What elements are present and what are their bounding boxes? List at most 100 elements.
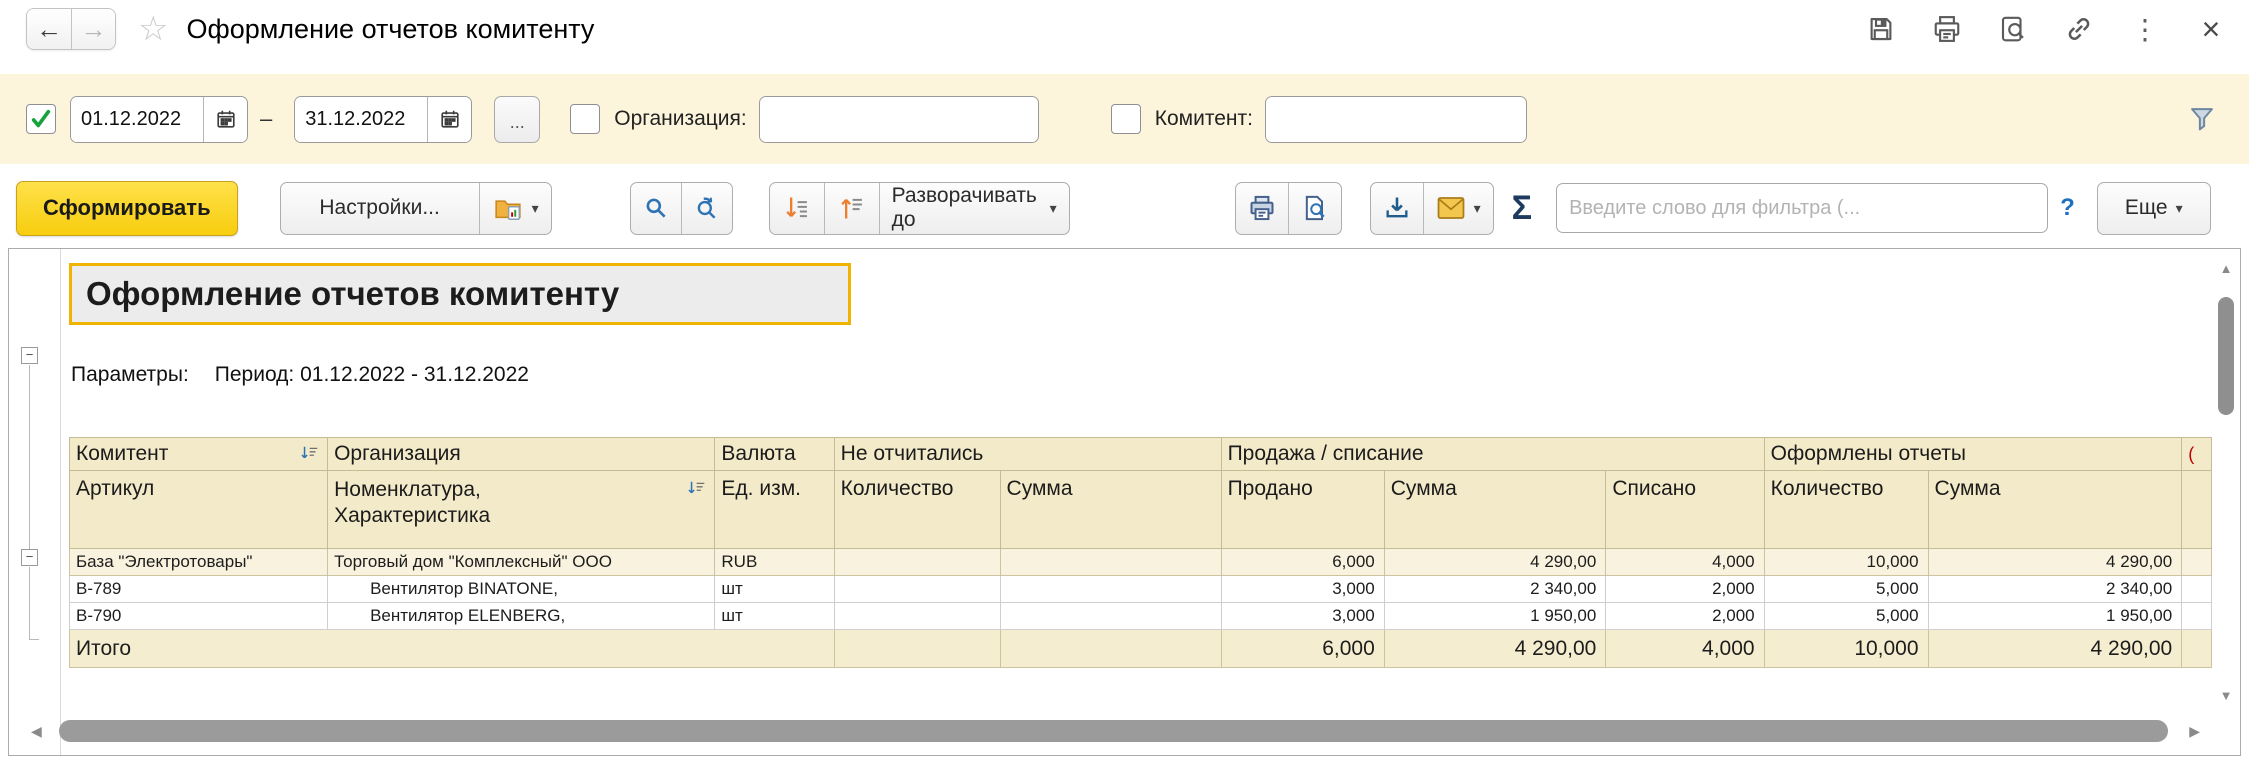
date-to-input[interactable] (295, 97, 427, 142)
cell-clipped (2182, 576, 2212, 603)
expand-to-button[interactable]: Разворачивать до ▾ (879, 183, 1069, 234)
cell-currency: RUB (715, 549, 834, 576)
column-header-organization[interactable]: Организация (328, 438, 715, 471)
print-preview-icon[interactable] (1997, 13, 2029, 45)
komitent-checkbox[interactable] (1111, 104, 1141, 134)
cell-nr-qty (834, 549, 1000, 576)
cell-issued-qty: 5,000 (1764, 603, 1928, 630)
quick-filter-input[interactable] (1556, 183, 2048, 233)
print-icon[interactable] (1931, 13, 1963, 45)
autosum-button[interactable]: Σ (1512, 189, 1532, 228)
print-button[interactable] (1236, 183, 1288, 234)
scroll-left-arrow[interactable]: ◀ (31, 723, 42, 740)
cell-nr-sum (1000, 576, 1221, 603)
period-checkbox[interactable] (26, 104, 56, 134)
caret-down-icon: ▾ (1050, 200, 1057, 217)
column-header-sold[interactable]: Продано (1221, 471, 1384, 549)
cell-sold-sum: 4 290,00 (1384, 549, 1606, 576)
period-variants-button[interactable]: ... (494, 96, 540, 143)
scroll-down-arrow[interactable]: ▼ (2216, 688, 2236, 703)
filter-funnel-icon[interactable] (2185, 102, 2219, 136)
cell-clipped (2182, 630, 2212, 668)
vertical-scroll-thumb[interactable] (2218, 297, 2234, 415)
cell-clipped (2182, 603, 2212, 630)
search-next-button[interactable] (681, 183, 732, 234)
column-header-sale-writeoff[interactable]: Продажа / списание (1221, 438, 1764, 471)
back-arrow-icon: ← (36, 14, 62, 45)
report-parameters: Параметры: Период: 01.12.2022 - 31.12.20… (71, 363, 2212, 387)
print-group (1235, 182, 1342, 235)
date-range-dash: – (260, 106, 272, 132)
horizontal-scrollbar[interactable]: ◀ ▶ (31, 719, 2176, 743)
column-header-clipped: ( (2182, 438, 2212, 471)
horizontal-scroll-thumb[interactable] (59, 720, 2168, 742)
column-header-nr-sum[interactable]: Сумма (1000, 471, 1221, 549)
close-icon[interactable]: × (2195, 13, 2227, 45)
group-collapse-level1[interactable]: − (21, 347, 38, 364)
back-button[interactable]: ← (27, 9, 71, 49)
cell-nr-qty (834, 603, 1000, 630)
save-icon[interactable] (1865, 13, 1897, 45)
more-button[interactable]: Еще ▾ (2098, 183, 2210, 234)
data-row[interactable]: В-790 Вентилятор ELENBERG, шт 3,000 1 95… (70, 603, 2212, 630)
komitent-input[interactable] (1266, 97, 1527, 142)
forward-button[interactable]: → (71, 9, 115, 49)
komitent-field: ... (1265, 96, 1527, 143)
date-to-calendar-button[interactable] (427, 97, 471, 142)
total-row[interactable]: Итого 6,000 4 290,00 4,000 10,000 4 290,… (70, 630, 2212, 668)
export-group: ▾ (1370, 182, 1494, 235)
date-from-input[interactable] (71, 97, 203, 142)
search-icon (643, 195, 669, 221)
link-icon[interactable] (2063, 13, 2095, 45)
save-file-button[interactable] (1371, 183, 1423, 234)
organization-input[interactable] (760, 97, 1039, 142)
generate-button[interactable]: Сформировать (16, 181, 238, 236)
column-header-issued-sum[interactable]: Сумма (1928, 471, 2182, 549)
scroll-right-arrow[interactable]: ▶ (2189, 723, 2200, 740)
nav-group: ← → (26, 8, 116, 50)
group-row[interactable]: База "Электротовары" Торговый дом "Компл… (70, 549, 2212, 576)
envelope-icon (1436, 195, 1466, 221)
forward-arrow-icon: → (81, 14, 107, 45)
report-content: Оформление отчетов комитенту Параметры: … (61, 249, 2212, 755)
cell-total-label: Итого (70, 630, 835, 668)
vertical-scrollbar[interactable]: ▲ ▼ (2216, 261, 2236, 703)
column-header-writeoff[interactable]: Списано (1606, 471, 1764, 549)
column-header-nomenclature[interactable]: Номенклатура, Характеристика (328, 471, 715, 549)
cell-sold: 3,000 (1221, 576, 1384, 603)
cell-issued-qty: 10,000 (1764, 630, 1928, 668)
column-header-komitent[interactable]: Комитент (70, 438, 328, 471)
scroll-up-arrow[interactable]: ▲ (2216, 261, 2236, 276)
search-button[interactable] (631, 183, 681, 234)
sort-ascending-icon (687, 480, 708, 497)
report-title-box[interactable]: Оформление отчетов комитенту (69, 263, 851, 325)
collapse-groups-button[interactable] (824, 183, 879, 234)
print-preview-button[interactable] (1288, 183, 1341, 234)
data-row[interactable]: В-789 Вентилятор BINATONE, шт 3,000 2 34… (70, 576, 2212, 603)
more-menu-kebab-icon[interactable]: ⋮ (2129, 13, 2161, 45)
column-header-issued-qty[interactable]: Количество (1764, 471, 1928, 549)
column-header-reports-issued[interactable]: Оформлены отчеты (1764, 438, 2182, 471)
calendar-icon (215, 108, 237, 130)
send-mail-button[interactable]: ▾ (1423, 183, 1493, 234)
cell-issued-qty: 5,000 (1764, 576, 1928, 603)
column-header-unit[interactable]: Ед. изм. (715, 471, 834, 549)
group-collapse-row[interactable]: − (21, 549, 38, 566)
settings-button[interactable]: Настройки... (281, 183, 479, 234)
column-header-article[interactable]: Артикул (70, 471, 328, 549)
expand-groups-button[interactable] (770, 183, 824, 234)
organization-checkbox[interactable] (570, 104, 600, 134)
cell-article: В-789 (70, 576, 328, 603)
header-label: Номенклатура, Характеристика (334, 477, 490, 530)
favorite-star-icon[interactable]: ☆ (138, 9, 168, 49)
column-header-nr-qty[interactable]: Количество (834, 471, 1000, 549)
column-header-not-reported[interactable]: Не отчитались (834, 438, 1221, 471)
date-from-calendar-button[interactable] (203, 97, 247, 142)
grouping-gutter: − − (9, 249, 61, 755)
column-header-currency[interactable]: Валюта (715, 438, 834, 471)
report-variants-button[interactable]: ▾ (479, 183, 551, 234)
column-header-sold-sum[interactable]: Сумма (1384, 471, 1606, 549)
help-button[interactable]: ? (2060, 194, 2075, 222)
cell-writeoff: 2,000 (1606, 603, 1764, 630)
report-table: Комитент Организация Валюта Не отчиталис… (69, 437, 2212, 668)
